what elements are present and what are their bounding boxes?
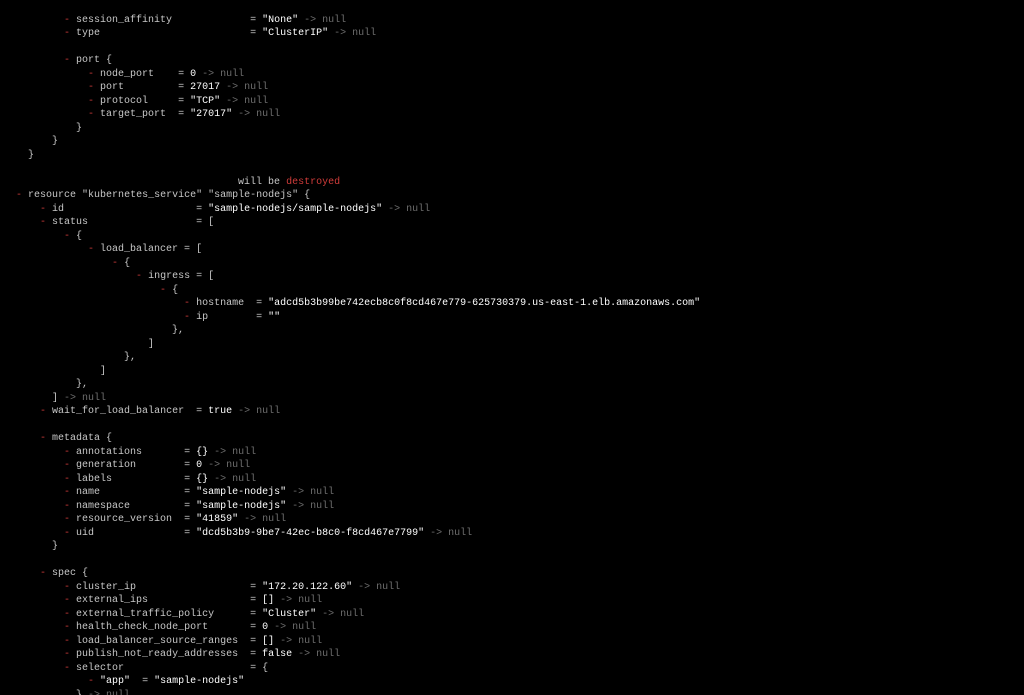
line: - publish_not_ready_addresses = false ->… (4, 649, 340, 660)
line: - wait_for_load_balancer = true -> null (4, 406, 280, 417)
line: ] -> null (4, 393, 106, 404)
line: - hostname = "adcd5b3b99be742ecb8c0f8cd4… (4, 298, 700, 309)
line: - annotations = {} -> null (4, 447, 256, 458)
line: - id = "sample-nodejs/sample-nodejs" -> … (4, 204, 430, 215)
line: ] (4, 339, 154, 350)
line: - generation = 0 -> null (4, 460, 250, 471)
line: - resource "kubernetes_service" "sample-… (4, 190, 310, 201)
line: - spec { (4, 568, 88, 579)
line (4, 420, 10, 431)
line (4, 42, 10, 53)
line: }, (4, 352, 136, 363)
line: } (4, 541, 58, 552)
line: - load_balancer = [ (4, 244, 202, 255)
line: - external_traffic_policy = "Cluster" ->… (4, 609, 364, 620)
line: }, (4, 379, 88, 390)
line: } (4, 150, 34, 161)
line: } -> null (4, 690, 130, 695)
line: - metadata { (4, 433, 112, 444)
line: - type = "ClusterIP" -> null (4, 28, 376, 39)
line (4, 555, 10, 566)
line: - { (4, 285, 178, 296)
line: - load_balancer_source_ranges = [] -> nu… (4, 636, 322, 647)
line: } (4, 123, 82, 134)
line: - { (4, 231, 82, 242)
line: - uid = "dcd5b3b9-9be7-42ec-b8c0-f8cd467… (4, 528, 472, 539)
line: - protocol = "TCP" -> null (4, 96, 268, 107)
line: }, (4, 325, 184, 336)
line: will be destroyed (4, 177, 340, 188)
line: - ingress = [ (4, 271, 214, 282)
line: - node_port = 0 -> null (4, 69, 244, 80)
terminal-output: - session_affinity = "None" -> null - ty… (0, 0, 1024, 695)
line: - port = 27017 -> null (4, 82, 268, 93)
line: ] (4, 366, 106, 377)
line: - health_check_node_port = 0 -> null (4, 622, 316, 633)
line: - port { (4, 55, 112, 66)
line: - cluster_ip = "172.20.122.60" -> null (4, 582, 400, 593)
line: - name = "sample-nodejs" -> null (4, 487, 334, 498)
line: - target_port = "27017" -> null (4, 109, 280, 120)
line: - external_ips = [] -> null (4, 595, 322, 606)
line: - { (4, 258, 130, 269)
line: - status = [ (4, 217, 214, 228)
line: - selector = { (4, 663, 268, 674)
line: } (4, 136, 58, 147)
line: - namespace = "sample-nodejs" -> null (4, 501, 334, 512)
line: - "app" = "sample-nodejs" (4, 676, 244, 687)
line: - resource_version = "41859" -> null (4, 514, 286, 525)
line: - session_affinity = "None" -> null (4, 15, 346, 26)
line: - ip = "" (4, 312, 280, 323)
line: - labels = {} -> null (4, 474, 256, 485)
line (4, 163, 10, 174)
